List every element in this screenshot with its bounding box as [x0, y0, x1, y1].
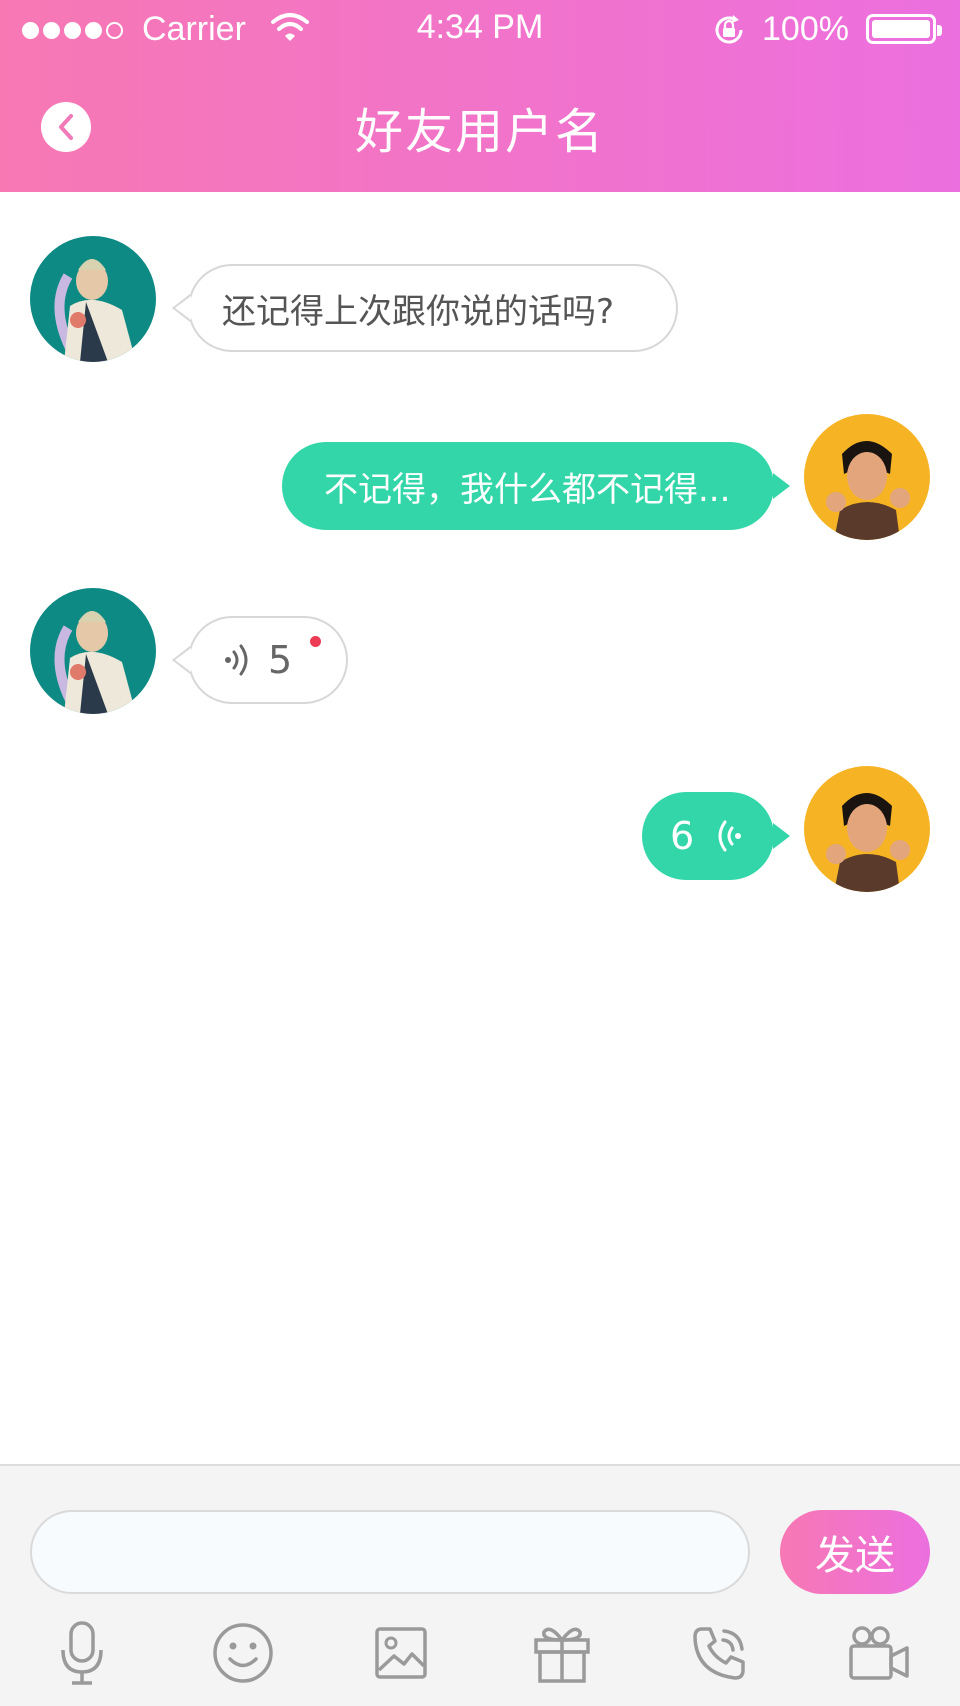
gift-icon[interactable] — [527, 1618, 597, 1688]
page-title: 好友用户名 — [354, 104, 605, 160]
message-bubble-sent[interactable]: 不记得，我什么都不记得... — [282, 442, 790, 530]
my-avatar[interactable] — [804, 766, 930, 892]
image-icon[interactable] — [366, 1618, 436, 1688]
microphone-icon[interactable] — [47, 1618, 117, 1688]
voice-message-received[interactable]: 5 — [172, 616, 348, 704]
message-input[interactable] — [30, 1510, 750, 1594]
composer-bar: 发送 — [0, 1464, 960, 1706]
battery-percent: 100% — [762, 10, 849, 48]
message-text: 还记得上次跟你说的话吗? — [222, 291, 615, 332]
voice-message-sent[interactable]: 6 — [642, 792, 790, 880]
battery-icon — [866, 14, 942, 44]
send-button[interactable]: 发送 — [780, 1510, 930, 1594]
phone-call-icon[interactable] — [685, 1618, 755, 1688]
rotation-lock-icon — [711, 12, 747, 57]
my-avatar[interactable] — [804, 414, 930, 540]
friend-avatar[interactable] — [30, 588, 156, 714]
message-bubble-received[interactable]: 还记得上次跟你说的话吗? — [172, 264, 678, 352]
voice-wave-icon — [225, 644, 248, 676]
voice-wave-icon — [718, 820, 742, 852]
voice-duration: 5 — [268, 638, 293, 682]
message-text: 不记得，我什么都不记得... — [324, 469, 731, 510]
voice-duration: 6 — [670, 814, 695, 858]
emoji-icon[interactable] — [208, 1618, 278, 1688]
video-call-icon[interactable] — [844, 1618, 914, 1688]
friend-avatar[interactable] — [30, 236, 156, 362]
app-header: Carrier 4:34 PM 100% 好友用户名 — [0, 0, 960, 192]
unread-indicator — [310, 636, 321, 647]
status-bar: Carrier 4:34 PM 100% — [0, 0, 960, 62]
